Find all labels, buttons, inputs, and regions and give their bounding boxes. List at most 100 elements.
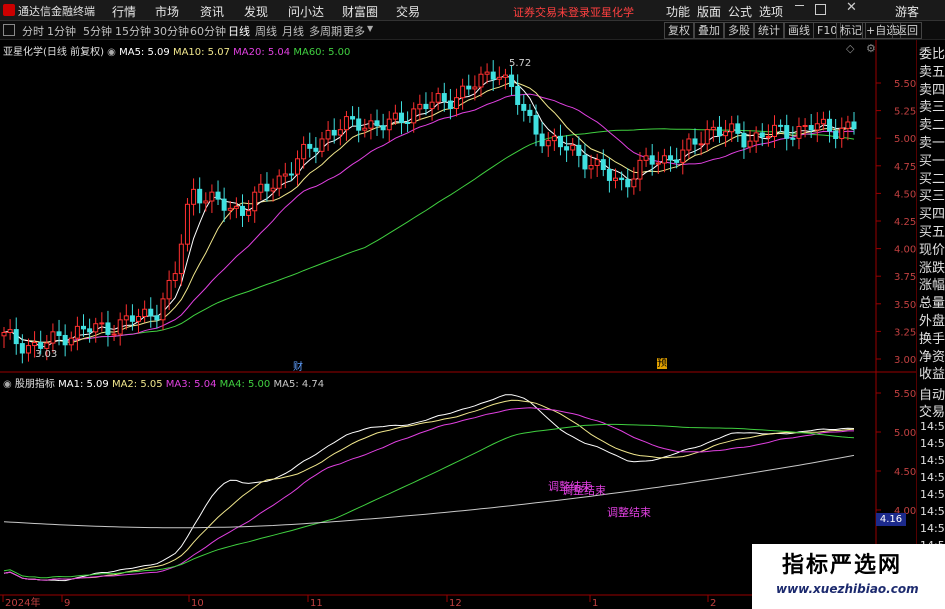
quote-label: 总量 (919, 296, 945, 312)
period-more[interactable]: 更多 (343, 23, 365, 39)
quote-label: 卖三 (919, 100, 945, 116)
candle-body (417, 103, 423, 110)
period-60min[interactable]: 60分钟 (190, 23, 226, 39)
period-5min[interactable]: 5分钟 (83, 23, 112, 39)
candle-body (496, 76, 502, 80)
candle-body (808, 125, 814, 131)
candle-body (319, 138, 325, 152)
kline-chart[interactable]: 5.50 5.25 5.00 4.75 4.50 4.25 4.00 3.75 3.50 3.25… (0, 40, 916, 609)
current-value-tag: 4.16 (876, 513, 906, 526)
ma60-line (3, 128, 855, 343)
period-1min[interactable]: 1分钟 (47, 23, 76, 39)
quote-label: 卖五 (919, 64, 945, 80)
menu-item-banmian[interactable]: 版面 (697, 3, 721, 20)
candle-body (845, 121, 851, 129)
login-notice[interactable]: 证券交易未登录 (513, 4, 590, 20)
menu-item-xuanxiang[interactable]: 选项 (759, 3, 783, 20)
report-marker[interactable]: 财 (293, 358, 303, 373)
menu-item-caifuquan[interactable]: 财富圈 (342, 3, 378, 20)
duogu-button[interactable]: 多股 (724, 22, 754, 39)
candle-body (625, 179, 631, 188)
menu-item-hangqing[interactable]: 行情 (112, 3, 136, 20)
forecast-marker[interactable]: 预 (657, 358, 667, 369)
candle-body (637, 159, 643, 180)
time-tick-label: 2024年 (5, 596, 40, 609)
tick-time: 14:56 (920, 454, 945, 467)
candle-body (729, 123, 735, 133)
fuquan-button[interactable]: 复权 (664, 22, 694, 39)
quote-label: 涨幅 (919, 278, 945, 294)
candles (1, 60, 857, 364)
menu-item-shichang[interactable]: 市场 (155, 3, 179, 20)
candle-body (337, 129, 343, 136)
watermark-url: www.xuezhibiao.com (776, 582, 919, 596)
sub-indicator-lines (3, 394, 855, 582)
candle-body (160, 298, 166, 321)
candle-body (557, 135, 563, 148)
candle-body (307, 143, 313, 149)
menu-item-zixun[interactable]: 资讯 (200, 3, 224, 20)
menu-item-wenxiaoda[interactable]: 问小达 (288, 3, 324, 20)
candle-body (680, 149, 686, 163)
candle-body (833, 130, 839, 140)
candle-body (533, 114, 539, 135)
period-monthly[interactable]: 月线 (282, 23, 304, 39)
time-tick-label: 2 (710, 598, 716, 609)
diejia-button[interactable]: 叠加 (694, 22, 724, 39)
candle-body (582, 154, 588, 170)
candle-body (405, 122, 411, 125)
candle-body (509, 74, 515, 87)
time-tick-label: 10 (191, 598, 204, 609)
auto-trade-label[interactable]: 交易 (919, 401, 945, 420)
chevron-down-icon[interactable]: ▼ (367, 24, 373, 33)
candle-body (765, 135, 771, 138)
stock-name-header: 亚星化学 (590, 6, 634, 19)
candle-body (594, 159, 600, 166)
candle-body (1, 332, 7, 337)
candle-body (343, 116, 349, 131)
period-fenshi[interactable]: 分时 (22, 23, 44, 39)
huaxian-button[interactable]: 画线 (784, 22, 814, 39)
candle-body (350, 116, 356, 120)
candle-body (288, 173, 294, 176)
candle-body (227, 207, 233, 211)
menu-item-jiaoyi[interactable]: 交易 (396, 3, 420, 20)
tongji-button[interactable]: 统计 (754, 22, 784, 39)
maximize-icon[interactable] (815, 4, 826, 15)
time-tick-label: 12 (449, 598, 462, 609)
quote-label: 买一 (919, 153, 945, 169)
period-30min[interactable]: 30分钟 (153, 23, 189, 39)
period-multi[interactable]: 多周期 (309, 23, 342, 39)
tick-time: 14:56 (920, 522, 945, 535)
menu-item-youke[interactable]: 游客 (895, 3, 919, 20)
minimize-icon[interactable] (795, 5, 804, 6)
time-tick-label: 9 (64, 598, 70, 609)
menu-item-gongshi[interactable]: 公式 (728, 3, 752, 20)
candle-body (209, 191, 215, 202)
price-tick-label: 5.25 (894, 107, 916, 118)
period-weekly[interactable]: 周线 (255, 23, 277, 39)
quote-label: 买五 (919, 225, 945, 240)
candle-body (484, 71, 490, 75)
quote-label: 卖四 (919, 82, 945, 98)
candle-body (698, 143, 704, 146)
candle-body (380, 125, 386, 131)
ma10-line (3, 81, 855, 344)
menu-item-faxian[interactable]: 发现 (244, 3, 268, 20)
candle-body (398, 112, 404, 124)
back-button[interactable]: 返回 (892, 22, 922, 39)
period-daily[interactable]: 日线 (228, 23, 250, 39)
candle-body (258, 183, 264, 193)
ma60-path (3, 128, 855, 343)
panel-toggle-icon[interactable] (3, 24, 15, 36)
candle-body (716, 126, 722, 137)
candle-body (301, 143, 307, 160)
candle-body (264, 183, 270, 192)
close-icon[interactable]: ✕ (846, 0, 857, 15)
candle-body (117, 319, 123, 335)
period-15min[interactable]: 15分钟 (115, 23, 151, 39)
candle-body (246, 210, 252, 216)
candle-body (325, 129, 331, 140)
menu-item-gongneng[interactable]: 功能 (666, 3, 690, 20)
sub-ma4-path (3, 423, 855, 579)
